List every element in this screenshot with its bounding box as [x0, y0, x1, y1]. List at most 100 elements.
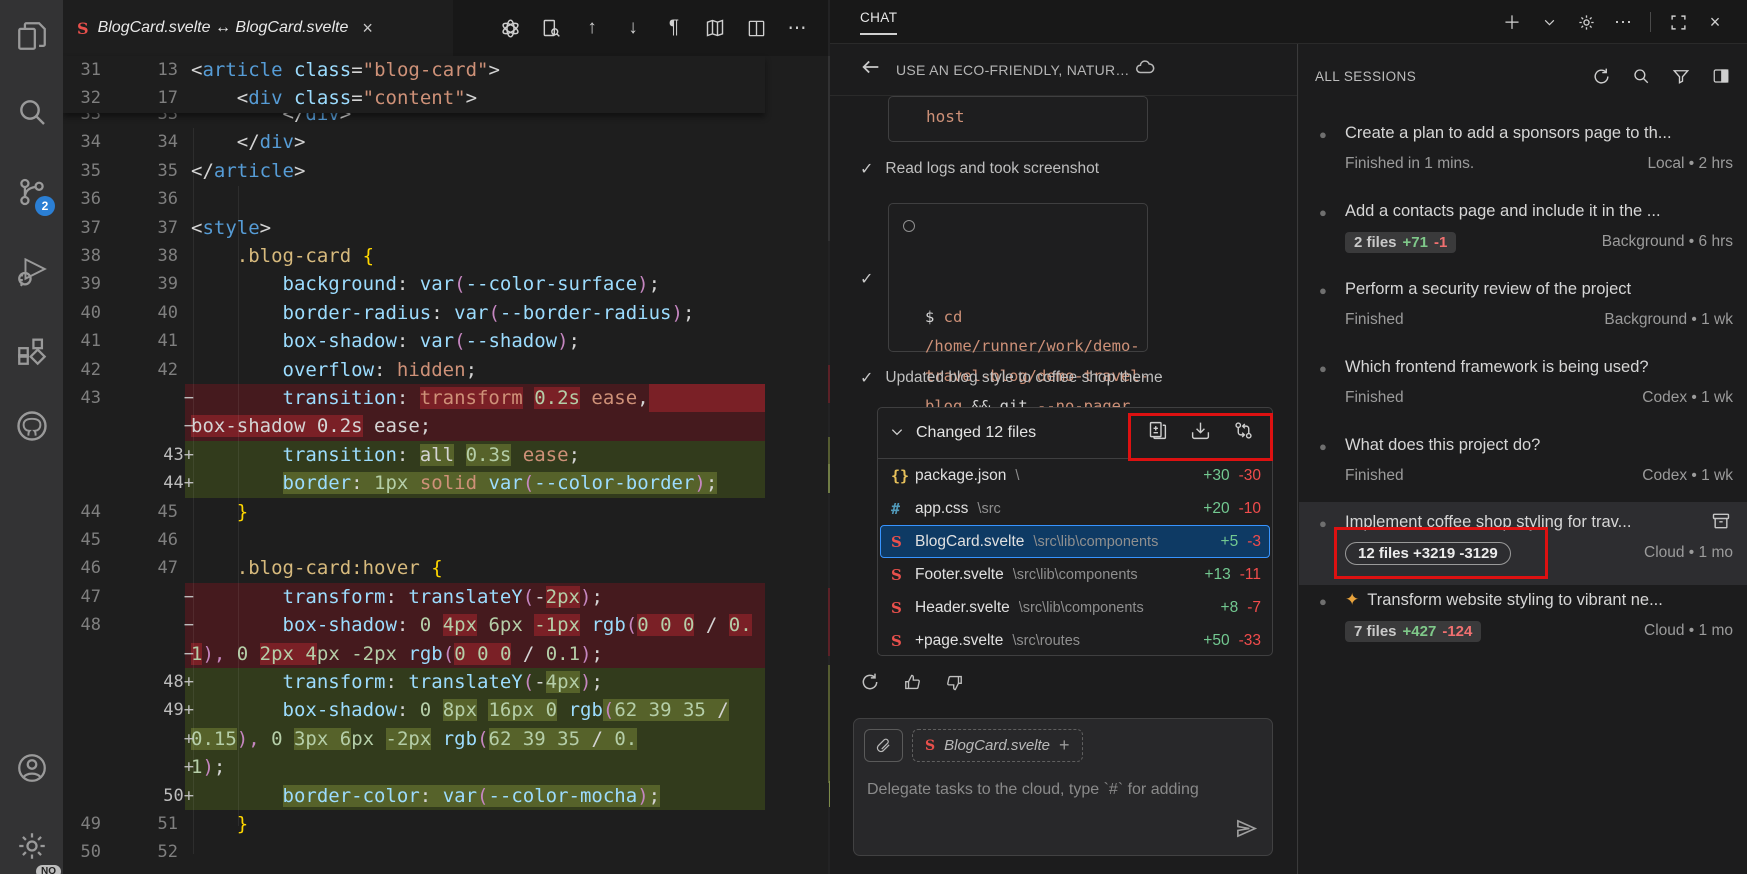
close-panel-icon[interactable]: ×: [1705, 12, 1725, 32]
run-debug-icon[interactable]: [0, 245, 63, 301]
code-line[interactable]: +0.15), 0 3px 6px -2px rgb(62 39 35 / 0.: [63, 725, 765, 753]
code-line[interactable]: 4546: [63, 526, 765, 554]
code-line[interactable]: 48+ transform: translateY(-4px);: [63, 668, 765, 696]
tab-close-icon[interactable]: ×: [362, 18, 373, 39]
code-line[interactable]: 3113<article class="blog-card">: [63, 56, 765, 84]
session-item-5[interactable]: ●What does this project do?FinishedCodex…: [1299, 431, 1747, 503]
session-title: Create a plan to add a sponsors page to …: [1345, 119, 1705, 147]
code-line[interactable]: 47− transform: translateY(-2px);: [63, 583, 765, 611]
session-item-4[interactable]: ●Which frontend framework is being used?…: [1299, 353, 1747, 425]
next-change-icon[interactable]: ↓: [622, 17, 644, 39]
previous-change-icon[interactable]: ↑: [581, 17, 603, 39]
view-diff-icon[interactable]: [1147, 420, 1168, 446]
open-changes-icon[interactable]: [540, 17, 562, 39]
map-icon[interactable]: [704, 17, 726, 39]
code-snippet-box: host: [888, 96, 1148, 142]
session-item-2[interactable]: ●Add a contacts page and include it in t…: [1299, 197, 1747, 269]
changed-files-header[interactable]: Changed 12 files: [878, 408, 1272, 459]
code-line[interactable]: 4951 }: [63, 810, 765, 838]
code-line[interactable]: −1), 0 2px 4px -2px rgb(0 0 0 / 0.1);: [63, 640, 765, 668]
tab-blogcard-diff[interactable]: S BlogCard.svelte ↔ BlogCard.svelte ×: [63, 0, 453, 56]
changed-file-row-header-svelte[interactable]: SHeader.svelte\src\lib\components+8-7: [878, 591, 1272, 624]
code-line[interactable]: 49+ box-shadow: 0 8px 16px 0 rgb(62 39 3…: [63, 696, 765, 724]
code-line[interactable]: 5052: [63, 838, 765, 866]
git-compare-icon[interactable]: [1233, 420, 1254, 446]
code-line[interactable]: 4647 .blog-card:hover {: [63, 554, 765, 582]
apply-changes-icon[interactable]: [1190, 420, 1211, 446]
editor-more-actions-icon[interactable]: ⋯: [786, 17, 808, 39]
tab-chat[interactable]: CHAT: [860, 10, 897, 35]
back-arrow-icon[interactable]: [860, 56, 882, 83]
attach-paperclip-icon[interactable]: [864, 729, 903, 762]
split-editor-icon[interactable]: [745, 17, 767, 39]
account-icon[interactable]: [0, 740, 63, 796]
session-item-7[interactable]: ●✦Transform website styling to vibrant n…: [1299, 586, 1747, 658]
session-title: Add a contacts page and include it in th…: [1345, 197, 1705, 225]
code-line[interactable]: 48− box-shadow: 0 4px 6px -1px rgb(0 0 0…: [63, 611, 765, 639]
step-text: Updated blog style to coffee shop theme: [885, 369, 1162, 387]
all-sessions-panel: ALL SESSIONS ●Create a plan to add a spo…: [1299, 44, 1747, 874]
chat-session-title[interactable]: USE AN ECO-FRIENDLY, NATURALIST STYLING …: [896, 62, 1134, 78]
code-line[interactable]: 3535</article>: [63, 157, 765, 185]
chip-add-icon[interactable]: +: [1059, 735, 1070, 756]
search-icon[interactable]: [0, 84, 63, 140]
code-line[interactable]: 43+ transition: all 0.3s ease;: [63, 441, 765, 469]
code-line[interactable]: +1);: [63, 753, 765, 781]
code-line[interactable]: 44+ border: 1px solid var(--color-border…: [63, 469, 765, 497]
code-line[interactable]: 3434 </div>: [63, 128, 765, 156]
code-line[interactable]: 4040 border-radius: var(--border-radius)…: [63, 299, 765, 327]
retry-icon[interactable]: [858, 670, 882, 694]
code-line[interactable]: 3217 <div class="content">: [63, 84, 765, 112]
lines-removed: -3: [1247, 533, 1261, 551]
session-item-3[interactable]: ●Perform a security review of the projec…: [1299, 275, 1747, 347]
thumbs-down-icon[interactable]: [942, 670, 966, 694]
step-text: Read logs and took screenshot: [885, 160, 1099, 178]
changed-file-row--page-svelte[interactable]: S+page.svelte\src\routes+50-33: [878, 624, 1272, 657]
code-line[interactable]: 3939 background: var(--color-surface);: [63, 270, 765, 298]
explorer-icon[interactable]: [0, 8, 63, 64]
maximize-panel-icon[interactable]: [1668, 12, 1688, 32]
github-icon[interactable]: [0, 398, 63, 454]
step-updated-style: ✓ Updated blog style to coffee shop them…: [860, 368, 1163, 388]
diff-code-area[interactable]: 3333 </div>3434 </div>3535</article>3636…: [63, 56, 765, 874]
more-icon[interactable]: ⋯: [1613, 12, 1633, 32]
refresh-icon[interactable]: [1591, 66, 1611, 86]
modified-line-number: −: [105, 640, 196, 668]
changed-file-row-package-json[interactable]: {}package.json\+30-30: [878, 459, 1272, 492]
code-line[interactable]: 3737<style>: [63, 214, 765, 242]
chat-input-box[interactable]: S BlogCard.svelte + Delegate tasks to th…: [853, 718, 1273, 856]
whitespace-icon[interactable]: ¶: [663, 17, 685, 39]
modified-line-number: 39: [105, 270, 196, 298]
chevron-down-icon[interactable]: [1539, 12, 1559, 32]
gear-icon[interactable]: [1576, 12, 1596, 32]
code-line[interactable]: 3838 .blog-card {: [63, 242, 765, 270]
changed-file-row-blogcard-svelte[interactable]: SBlogCard.svelte\src\lib\components+5-3: [880, 525, 1270, 558]
archive-icon[interactable]: [1711, 511, 1731, 536]
code-line[interactable]: 50+ border-color: var(--color-mocha);: [63, 782, 765, 810]
send-icon[interactable]: [1235, 817, 1258, 845]
code-line[interactable]: −box-shadow 0.2s ease;: [63, 412, 765, 440]
session-item-6[interactable]: ●Implement coffee shop styling for trav.…: [1299, 502, 1747, 585]
session-item-1[interactable]: ●Create a plan to add a sponsors page to…: [1299, 119, 1747, 191]
code-line[interactable]: 4242 overflow: hidden;: [63, 356, 765, 384]
new-chat-icon[interactable]: ＋: [1502, 12, 1522, 32]
code-line[interactable]: 3636: [63, 185, 765, 213]
thumbs-up-icon[interactable]: [900, 670, 924, 694]
chevron-down-icon[interactable]: [890, 425, 904, 442]
source-control-icon[interactable]: 2: [0, 164, 63, 220]
settings-gear-icon[interactable]: NO: [0, 818, 63, 874]
search-icon[interactable]: [1631, 66, 1651, 86]
codex-openai-icon[interactable]: [499, 17, 521, 39]
context-chip-blogcard[interactable]: S BlogCard.svelte +: [912, 729, 1083, 762]
chat-input-placeholder[interactable]: Delegate tasks to the cloud, type `#` fo…: [867, 781, 1257, 799]
changed-file-row-footer-svelte[interactable]: SFooter.svelte\src\lib\components+13-11: [878, 558, 1272, 591]
changed-file-row-app-css[interactable]: #app.css\src+20-10: [878, 492, 1272, 525]
code-line[interactable]: 43− transition: transform 0.2s ease,: [63, 384, 765, 412]
changed-files-list: {}package.json\+30-30#app.css\src+20-10S…: [878, 459, 1272, 657]
code-line[interactable]: 4445 }: [63, 498, 765, 526]
modified-line-number: 34: [105, 128, 196, 156]
code-line[interactable]: 4141 box-shadow: var(--shadow);: [63, 327, 765, 355]
extensions-icon[interactable]: [0, 323, 63, 379]
filter-icon[interactable]: [1671, 66, 1691, 86]
layout-panel-icon[interactable]: [1711, 66, 1731, 86]
